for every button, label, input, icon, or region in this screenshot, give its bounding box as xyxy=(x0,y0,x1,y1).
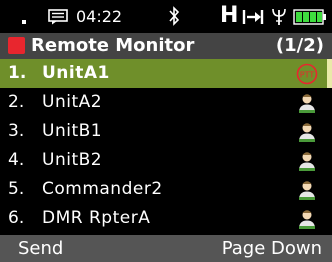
signal-dot-icon xyxy=(22,20,26,24)
list-item[interactable]: 4. UnitB2 xyxy=(0,146,332,175)
list-item[interactable]: 1. UnitA1 PTT xyxy=(0,59,332,88)
arrow-bar-icon xyxy=(242,10,264,24)
list-item[interactable]: 5. Commander2 xyxy=(0,175,332,204)
list-item-name: UnitA2 xyxy=(42,92,103,112)
list-item[interactable]: 3. UnitB1 xyxy=(0,117,332,146)
list-item-number: 4. xyxy=(8,150,25,170)
page-title: Remote Monitor xyxy=(31,35,195,56)
list-item-name: UnitA1 xyxy=(42,63,110,83)
page-down-softkey[interactable]: Page Down xyxy=(222,235,322,262)
status-bar: 04:22 H xyxy=(0,0,332,33)
page-indicator: (1/2) xyxy=(275,35,324,56)
contact-icon xyxy=(299,94,315,113)
send-softkey[interactable]: Send xyxy=(18,235,63,262)
list-item-name: Commander2 xyxy=(42,179,163,199)
bluetooth-icon xyxy=(169,6,180,26)
antenna-icon xyxy=(272,8,286,25)
softkey-bar: Send Page Down xyxy=(0,235,332,262)
scrollbar-thumb[interactable] xyxy=(327,59,332,88)
ptt-icon: PTT xyxy=(296,63,318,85)
list-item-number: 6. xyxy=(8,208,25,228)
unit-list: 1. UnitA1 PTT 2. UnitA2 3. UnitB1 4. Uni… xyxy=(0,59,332,233)
contact-icon xyxy=(299,152,315,171)
list-item-number: 1. xyxy=(8,63,27,83)
list-item[interactable]: 6. DMR RpterA xyxy=(0,204,332,233)
list-item-name: UnitB1 xyxy=(42,121,103,141)
radio-screen: 04:22 H Remote Monitor (1/2) 1. UnitA1 P… xyxy=(0,0,332,262)
contact-icon xyxy=(299,123,315,142)
list-item-number: 2. xyxy=(8,92,25,112)
list-item-name: DMR RpterA xyxy=(42,208,151,228)
clock-time: 04:22 xyxy=(76,7,123,26)
list-item-number: 5. xyxy=(8,179,25,199)
list-item-name: UnitB2 xyxy=(42,150,103,170)
menu-square-icon xyxy=(8,37,25,54)
title-bar: Remote Monitor (1/2) xyxy=(0,33,332,59)
svg-text:PTT: PTT xyxy=(300,71,315,80)
contact-icon xyxy=(299,210,315,229)
list-item[interactable]: 2. UnitA2 xyxy=(0,88,332,117)
list-item-number: 3. xyxy=(8,121,25,141)
contact-icon xyxy=(299,181,315,200)
message-icon xyxy=(48,9,68,25)
battery-icon xyxy=(293,9,326,25)
network-h-indicator: H xyxy=(220,3,239,28)
